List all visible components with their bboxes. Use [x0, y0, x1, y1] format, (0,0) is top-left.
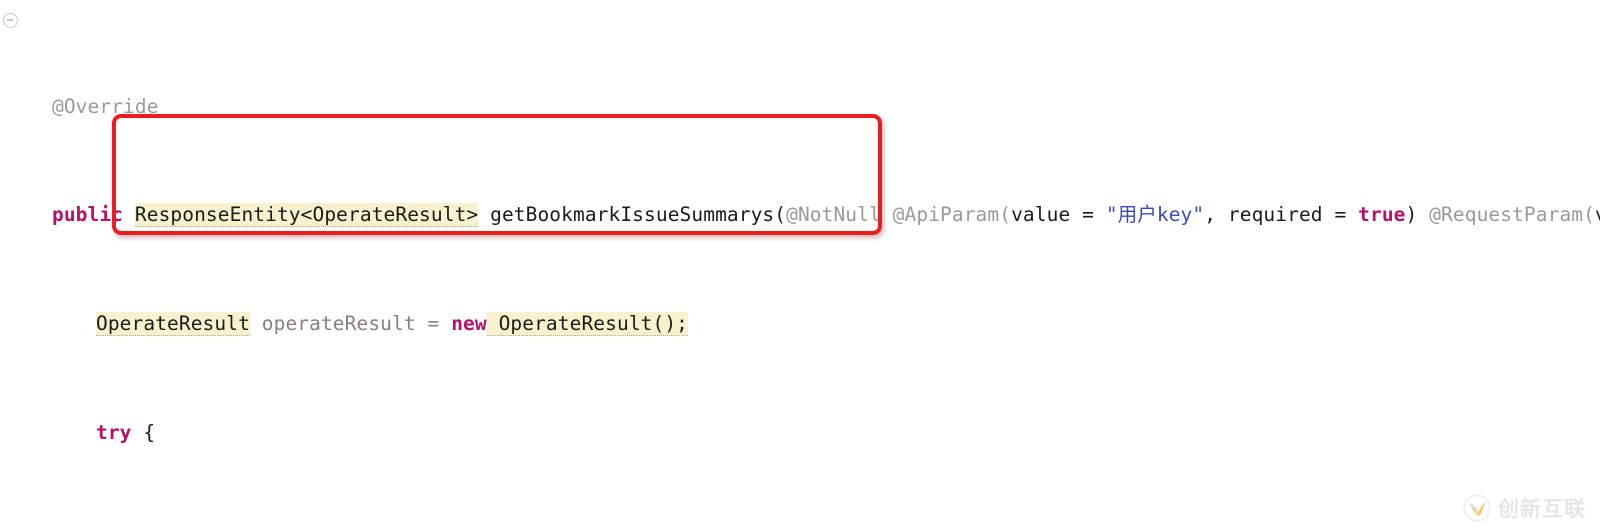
keyword-try: try	[96, 420, 132, 444]
type-operateresult: OperateResult	[96, 312, 250, 337]
code-line-1: @Override	[0, 82, 1600, 120]
keyword-true: true	[1358, 203, 1406, 227]
return-type: ResponseEntity<OperateResult>	[134, 203, 479, 228]
annotation-override: @Override	[52, 94, 159, 118]
annotation-apiparam: @ApiParam(	[892, 203, 1012, 227]
keyword-public: public	[52, 203, 124, 227]
code-line-2: public ResponseEntity<OperateResult> get…	[52, 203, 1600, 228]
string-userkey: "用户key"	[1105, 203, 1205, 227]
code-editor[interactable]: @Override public ResponseEntity<OperateR…	[0, 0, 1600, 529]
annotation-notnull: @NotNull	[786, 203, 893, 227]
watermark-text: 创新互联	[1498, 497, 1586, 521]
circle-x-swoosh-logo-icon	[1463, 494, 1491, 522]
code-content[interactable]: @Override public ResponseEntity<OperateR…	[0, 0, 1600, 529]
keyword-new: new	[451, 312, 487, 336]
method-name: getBookmarkIssueSummarys(	[478, 203, 787, 227]
watermark: 创新互联	[1462, 493, 1586, 523]
code-line-4: try {	[96, 420, 156, 444]
code-line-3: OperateResult operateResult = new Operat…	[96, 312, 689, 337]
annotation-requestparam: @RequestParam(	[1429, 203, 1595, 227]
